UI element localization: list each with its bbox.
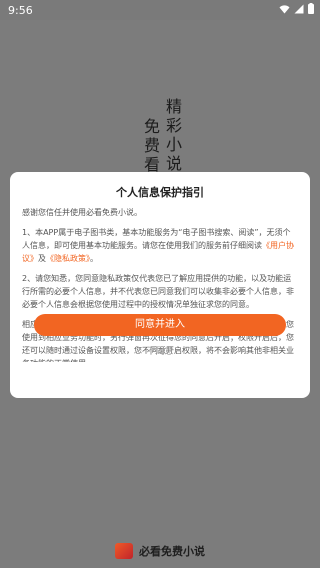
brand-footer: 必看免费小说 bbox=[0, 543, 320, 559]
status-icons bbox=[279, 3, 314, 14]
signal-icon bbox=[294, 4, 304, 13]
status-time: 9:56 bbox=[8, 4, 33, 17]
privacy-dialog: 个人信息保护指引 感谢您信任并使用必看免费小说。 1、本APP属于电子图书类，基… bbox=[10, 172, 310, 398]
app-logo-icon bbox=[115, 543, 133, 559]
battery-icon bbox=[308, 3, 314, 14]
dialog-body[interactable]: 感谢您信任并使用必看免费小说。 1、本APP属于电子图书类，基本功能服务为“电子… bbox=[22, 206, 298, 362]
wifi-icon bbox=[279, 4, 290, 13]
disagree-button[interactable]: 不同意 bbox=[120, 343, 200, 361]
status-bar: 9:56 bbox=[0, 0, 320, 20]
dialog-greeting: 感谢您信任并使用必看免费小说。 bbox=[22, 208, 142, 217]
agree-button[interactable]: 同意并进入 bbox=[34, 314, 286, 336]
brand-name: 必看免费小说 bbox=[139, 545, 205, 558]
dialog-title: 个人信息保护指引 bbox=[116, 186, 204, 199]
splash-slogan-line-1: 精彩小说 bbox=[163, 98, 182, 174]
dialog-paragraph-2: 2、请您知悉，您同意隐私政策仅代表您已了解应用提供的功能，以及功能运行所需的必要… bbox=[22, 274, 294, 309]
privacy-policy-link[interactable]: 《隐私政策》 bbox=[46, 254, 90, 263]
dialog-paragraph-1: 1、本APP属于电子图书类，基本功能服务为“电子图书搜索、阅读”，无须个人信息，… bbox=[22, 228, 294, 263]
